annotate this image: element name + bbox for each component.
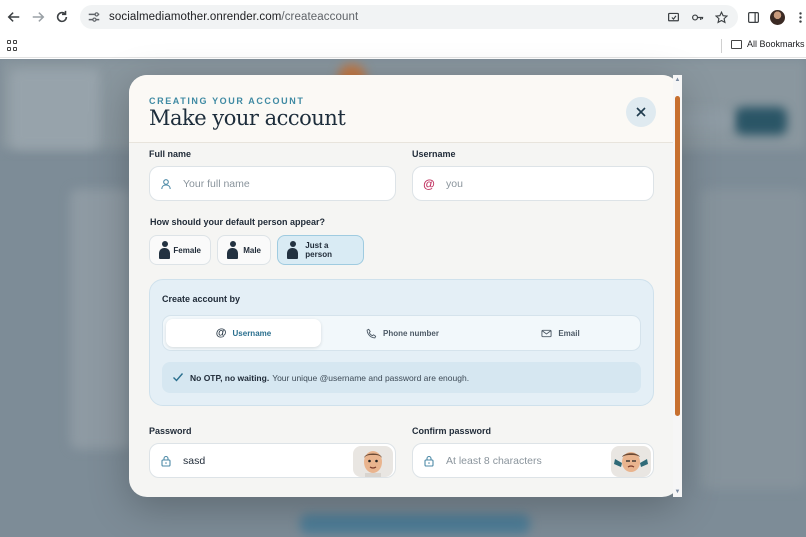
modal-scroll-thumb[interactable]: [675, 96, 680, 416]
method-selector: @ Username Phone number Email: [162, 315, 641, 351]
option-female-label: Female: [173, 245, 201, 255]
full-name-label: Full name: [149, 149, 192, 159]
forward-icon[interactable]: [26, 5, 50, 29]
url-path: /createaccount: [281, 11, 359, 23]
address-bar[interactable]: socialmediamother.onrender.com/createacc…: [80, 5, 738, 29]
folder-icon: [731, 39, 742, 49]
note-bold: No OTP, no waiting.: [190, 372, 270, 383]
method-email-label: Email: [558, 328, 580, 338]
female-person-icon: [159, 241, 171, 259]
password-value: sasd: [183, 454, 206, 467]
modal-header: CREATING YOUR ACCOUNT Make your account: [129, 75, 680, 143]
at-sign-icon: @: [423, 176, 435, 191]
option-female[interactable]: Female: [149, 235, 211, 265]
lock-icon: [422, 454, 436, 468]
method-phone-label: Phone number: [382, 328, 439, 338]
password-label: Password: [149, 426, 192, 436]
modal-eyebrow: CREATING YOUR ACCOUNT: [149, 96, 305, 106]
site-settings-icon[interactable]: [87, 10, 101, 24]
all-bookmarks-button[interactable]: All Bookmarks: [721, 39, 805, 53]
phone-icon: [366, 328, 377, 338]
male-person-icon: [227, 241, 239, 259]
username-placeholder: you: [446, 177, 463, 190]
method-email[interactable]: Email: [483, 319, 638, 347]
password-key-icon[interactable]: [688, 8, 706, 26]
apps-grid-icon[interactable]: [7, 40, 18, 51]
mail-icon: [541, 329, 552, 337]
bookmark-star-icon[interactable]: [712, 8, 730, 26]
password-field[interactable]: sasd: [149, 443, 396, 478]
appearance-question: How should your default person appear?: [150, 217, 326, 227]
option-male-label: Male: [243, 245, 261, 255]
reload-icon[interactable]: [50, 5, 74, 29]
confirm-password-avatar: [611, 446, 651, 477]
modal-title: Make your account: [149, 106, 346, 130]
bookmarks-bar: All Bookmarks: [0, 34, 806, 58]
full-name-field[interactable]: Your full name: [149, 166, 396, 201]
browser-toolbar: socialmediamother.onrender.com/createacc…: [0, 0, 806, 34]
option-male[interactable]: Male: [217, 235, 271, 265]
user-icon: [159, 177, 173, 191]
method-username[interactable]: @ Username: [166, 319, 321, 347]
method-phone[interactable]: Phone number: [325, 319, 480, 347]
url-host: socialmediamother.onrender.com: [109, 11, 282, 23]
check-icon: [172, 371, 184, 385]
create-account-by-title: Create account by: [162, 294, 241, 304]
full-name-placeholder: Your full name: [183, 177, 250, 190]
create-account-by-panel: Create account by @ Username Phone numbe…: [149, 279, 654, 406]
lock-icon: [159, 454, 173, 468]
confirm-password-placeholder: At least 8 characters: [446, 454, 542, 467]
confirm-password-field[interactable]: At least 8 characters: [412, 443, 654, 478]
note-text: Your unique @username and password are e…: [272, 372, 470, 383]
option-just-a-person[interactable]: Just a person: [277, 235, 364, 265]
url-text: socialmediamother.onrender.com/createacc…: [109, 11, 358, 23]
option-just-a-person-label: Just a person: [305, 241, 332, 259]
no-otp-note: No OTP, no waiting. Your unique @usernam…: [162, 362, 641, 393]
scroll-down-icon[interactable]: ▼: [674, 489, 681, 495]
method-username-label: Username: [232, 328, 272, 338]
username-label: Username: [412, 149, 456, 159]
close-button[interactable]: [626, 97, 656, 127]
password-avatar: [353, 446, 393, 477]
neutral-person-icon: [287, 241, 299, 259]
all-bookmarks-label: All Bookmarks: [747, 39, 805, 49]
profile-avatar[interactable]: [770, 9, 785, 25]
menu-dots-icon[interactable]: [791, 8, 806, 26]
confirm-password-label: Confirm password: [412, 426, 492, 436]
close-icon: [636, 107, 646, 117]
back-icon[interactable]: [2, 5, 26, 29]
cast-icon[interactable]: [664, 8, 682, 26]
at-sign-icon: @: [215, 327, 227, 339]
appearance-options: Female Male Just a person: [149, 235, 364, 265]
username-field[interactable]: @ you: [412, 166, 654, 201]
side-panel-icon[interactable]: [744, 8, 762, 26]
scroll-up-icon[interactable]: ▲: [674, 77, 681, 83]
create-account-modal: CREATING YOUR ACCOUNT Make your account …: [129, 75, 680, 497]
